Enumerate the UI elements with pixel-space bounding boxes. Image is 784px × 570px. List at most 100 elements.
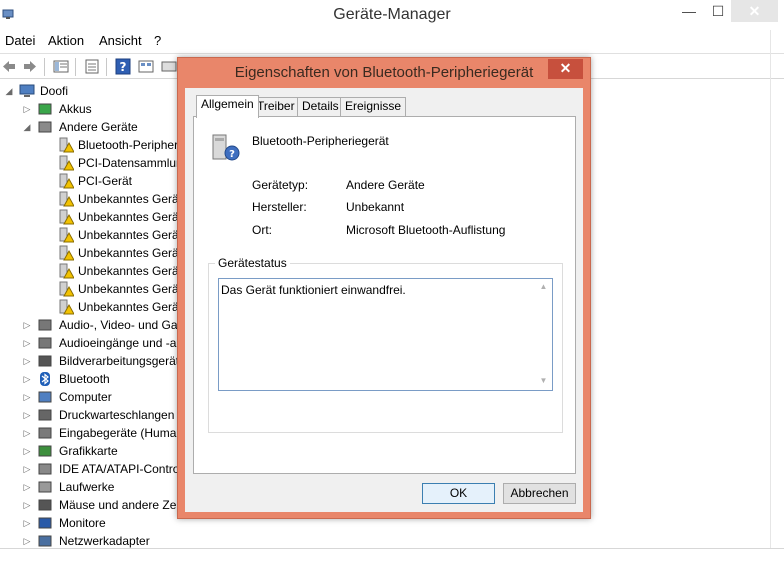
status-bar	[0, 548, 784, 570]
prop-value-manufacturer: Unbekannt	[346, 200, 405, 214]
tree-item-label: Bildverarbeitungsgerät	[59, 354, 180, 368]
document-icon[interactable]	[83, 58, 101, 75]
cancel-button[interactable]: Abbrechen	[503, 483, 576, 504]
warning-device-icon	[59, 281, 74, 297]
tree-item-label: IDE ATA/ATAPI-Contro	[59, 462, 180, 476]
warning-device-icon	[59, 227, 74, 243]
tree-item-label: Unbekanntes Gerät	[78, 210, 180, 224]
expander-collapsed-icon[interactable]: ▷	[22, 478, 32, 496]
properties-dialog: Eigenschaften von Bluetooth-Peripheriege…	[177, 57, 591, 519]
prop-value-type: Andere Geräte	[346, 178, 425, 192]
expander-collapsed-icon[interactable]: ▷	[22, 370, 32, 388]
prop-label-type: Gerätetyp:	[252, 178, 309, 192]
tab-details[interactable]: Details	[297, 97, 344, 116]
ok-button[interactable]: OK	[422, 483, 495, 504]
drive-icon	[38, 481, 52, 493]
speaker-icon	[38, 319, 52, 331]
scroll-up-icon[interactable]: ▲	[539, 282, 548, 291]
warning-device-icon	[59, 173, 74, 189]
general-tab-panel: ? Bluetooth-Peripheriegerät Gerätetyp: A…	[193, 116, 576, 474]
tree-item-label: Andere Geräte	[59, 120, 138, 134]
expander-collapsed-icon[interactable]: ▷	[22, 334, 32, 352]
prop-value-location: Microsoft Bluetooth-Auflistung	[346, 223, 506, 237]
menu-datei[interactable]: Datei	[5, 33, 35, 48]
expander-expanded-icon[interactable]: ◢	[4, 82, 14, 100]
tree-item-label: Audio-, Video- und Ga	[59, 318, 178, 332]
device-name: Bluetooth-Peripheriegerät	[252, 134, 389, 148]
dialog-title: Eigenschaften von Bluetooth-Peripheriege…	[234, 64, 534, 81]
tree-item-label: Unbekanntes Gerät	[78, 282, 180, 296]
menu-aktion[interactable]: Aktion	[48, 33, 84, 48]
tree-item-label: Netzwerkadapter	[59, 534, 150, 548]
tree-item-label: Unbekanntes Gerät	[78, 300, 180, 314]
tree-item-label: Druckwarteschlangen	[59, 408, 175, 422]
maximize-button[interactable]: ☐	[705, 0, 731, 22]
close-button[interactable]: ✕	[731, 0, 778, 22]
expander-collapsed-icon[interactable]: ▷	[22, 424, 32, 442]
expander-collapsed-icon[interactable]: ▷	[22, 352, 32, 370]
expander-collapsed-icon[interactable]: ▷	[22, 442, 32, 460]
warning-device-icon	[59, 155, 74, 171]
device-status-textbox[interactable]: Das Gerät funktioniert einwandfrei. ▲ ▼	[218, 278, 553, 391]
menu-bar: Datei Aktion Ansicht ?	[0, 31, 784, 51]
minimize-button[interactable]: —	[676, 0, 702, 22]
right-scroll-strip	[770, 30, 784, 550]
expander-collapsed-icon[interactable]: ▷	[22, 100, 32, 118]
menu-help[interactable]: ?	[154, 33, 161, 48]
ide-controller-icon	[38, 463, 52, 475]
tab-ereignisse[interactable]: Ereignisse	[340, 97, 407, 116]
expander-collapsed-icon[interactable]: ▷	[22, 532, 32, 548]
tab-treiber[interactable]: Treiber	[252, 97, 300, 116]
tree-item-label: PCI-Datensammlun	[78, 156, 180, 170]
expander-collapsed-icon[interactable]: ▷	[22, 460, 32, 478]
tree-item-label: Eingabegeräte (Human	[59, 426, 180, 440]
battery-icon	[38, 103, 52, 115]
tree-item-label: Unbekanntes Gerät	[78, 228, 180, 242]
tree-item-label: Akkus	[59, 102, 92, 116]
expander-collapsed-icon[interactable]: ▷	[22, 388, 32, 406]
warning-device-icon	[59, 209, 74, 225]
device-status-title: Gerätestatus	[215, 256, 290, 270]
update-driver-icon[interactable]	[160, 58, 178, 75]
svg-text:?: ?	[120, 60, 127, 74]
toolbar-separator	[75, 58, 76, 76]
warning-device-icon	[59, 191, 74, 207]
tree-item-label: Bluetooth-Peripher	[78, 138, 179, 152]
expander-collapsed-icon[interactable]: ▷	[22, 316, 32, 334]
dialog-close-button[interactable]: ✕	[548, 59, 583, 79]
tree-item-label: Audioeingänge und -a	[59, 336, 177, 350]
tree-item-label: Computer	[59, 390, 112, 404]
input-device-icon	[38, 427, 52, 439]
toolbar-separator	[106, 58, 107, 76]
expander-collapsed-icon[interactable]: ▷	[22, 514, 32, 532]
expander-collapsed-icon[interactable]: ▷	[22, 496, 32, 514]
menu-ansicht[interactable]: Ansicht	[99, 33, 142, 48]
tree-item-label: Laufwerke	[59, 480, 115, 494]
computer-icon	[38, 391, 52, 403]
scroll-down-icon[interactable]: ▼	[539, 376, 548, 385]
printer-icon	[38, 409, 52, 421]
expander-collapsed-icon[interactable]: ▷	[22, 406, 32, 424]
unknown-device-icon: ?	[212, 134, 240, 161]
warning-device-icon	[59, 263, 74, 279]
camera-icon	[38, 355, 52, 367]
unknown-device-icon	[38, 121, 52, 133]
monitor-icon	[38, 517, 52, 529]
dialog-body: Allgemein Treiber Details Ereignisse ? B…	[185, 88, 583, 512]
tree-item-label: Unbekanntes Geräte	[78, 192, 180, 206]
prop-label-manufacturer: Hersteller:	[252, 200, 307, 214]
tab-allgemein[interactable]: Allgemein	[196, 95, 259, 118]
tree-item-label: Grafikkarte	[59, 444, 118, 458]
mouse-icon	[38, 499, 52, 511]
status-scrollbar[interactable]: ▲ ▼	[536, 280, 551, 389]
help-icon[interactable]: ?	[114, 58, 132, 75]
forward-arrow-icon[interactable]	[21, 58, 39, 75]
expander-expanded-icon[interactable]: ◢	[22, 118, 32, 136]
device-status-group: Gerätestatus Das Gerät funktioniert einw…	[208, 256, 563, 433]
warning-device-icon	[59, 137, 74, 153]
scan-hardware-icon[interactable]	[137, 58, 155, 75]
properties-view-icon[interactable]	[52, 58, 70, 75]
toolbar-separator	[44, 58, 45, 76]
warning-device-icon	[59, 245, 74, 261]
back-arrow-icon[interactable]	[0, 58, 18, 75]
